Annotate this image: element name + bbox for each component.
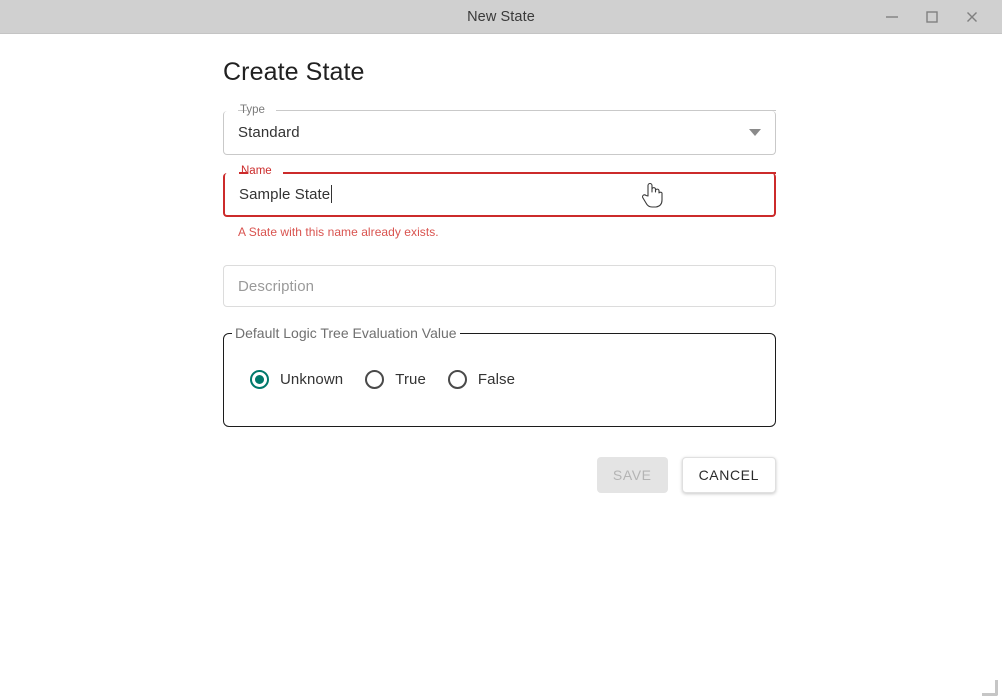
window-resize-grip[interactable] bbox=[982, 680, 998, 696]
minimize-icon[interactable] bbox=[872, 0, 912, 34]
notch-top-right bbox=[283, 172, 776, 174]
create-state-form: Type Standard Name Sample State A State … bbox=[223, 104, 776, 493]
radio-option-true[interactable]: True bbox=[365, 370, 426, 389]
description-field[interactable]: Description bbox=[223, 265, 776, 307]
maximize-icon[interactable] bbox=[912, 0, 952, 34]
dialog-body: Create State Type Standard Name Sample S… bbox=[0, 34, 1002, 700]
text-caret bbox=[331, 185, 333, 203]
description-field-box[interactable]: Description bbox=[223, 265, 776, 307]
notch-top-right bbox=[276, 110, 776, 111]
radio-label-true: True bbox=[395, 371, 426, 388]
description-placeholder: Description bbox=[238, 277, 315, 295]
cancel-button[interactable]: CANCEL bbox=[681, 457, 776, 493]
type-field-value: Standard bbox=[238, 124, 300, 141]
radio-icon-false[interactable] bbox=[447, 370, 467, 389]
radio-icon-unknown[interactable] bbox=[250, 370, 269, 389]
name-field-label: Name bbox=[241, 165, 272, 177]
radio-option-false[interactable]: False bbox=[447, 370, 516, 389]
form-content: Create State Type Standard Name Sample S… bbox=[0, 34, 1002, 493]
page-title: Create State bbox=[223, 58, 365, 86]
evaluation-value-legend: Default Logic Tree Evaluation Value bbox=[232, 325, 460, 342]
type-field-label: Type bbox=[240, 104, 265, 116]
window-titlebar: New State bbox=[0, 0, 1002, 34]
radio-option-unknown[interactable]: Unknown bbox=[250, 370, 343, 389]
chevron-down-icon[interactable] bbox=[749, 129, 761, 136]
name-field[interactable]: Name Sample State A State with this name… bbox=[223, 165, 776, 239]
save-button[interactable]: SAVE bbox=[596, 457, 668, 493]
radio-dot bbox=[255, 375, 264, 384]
dialog-actions: SAVE CANCEL bbox=[223, 457, 776, 493]
evaluation-value-radio-row: Unknown True False bbox=[238, 334, 761, 389]
radio-dot bbox=[453, 375, 462, 384]
close-icon[interactable] bbox=[952, 0, 992, 34]
type-field-outline[interactable]: Type Standard bbox=[223, 104, 776, 155]
window-title: New State bbox=[467, 8, 535, 25]
name-field-value[interactable]: Sample State bbox=[239, 186, 330, 203]
type-field[interactable]: Type Standard bbox=[223, 104, 776, 155]
radio-label-false: False bbox=[477, 371, 516, 388]
evaluation-value-group: Default Logic Tree Evaluation Value Unkn… bbox=[223, 325, 776, 427]
radio-label-unknown: Unknown bbox=[280, 371, 344, 388]
window-controls bbox=[872, 0, 1002, 33]
radio-icon-true[interactable] bbox=[365, 370, 385, 389]
radio-dot bbox=[370, 375, 379, 384]
name-field-outline[interactable]: Name Sample State bbox=[223, 165, 776, 217]
name-field-error: A State with this name already exists. bbox=[238, 225, 439, 239]
